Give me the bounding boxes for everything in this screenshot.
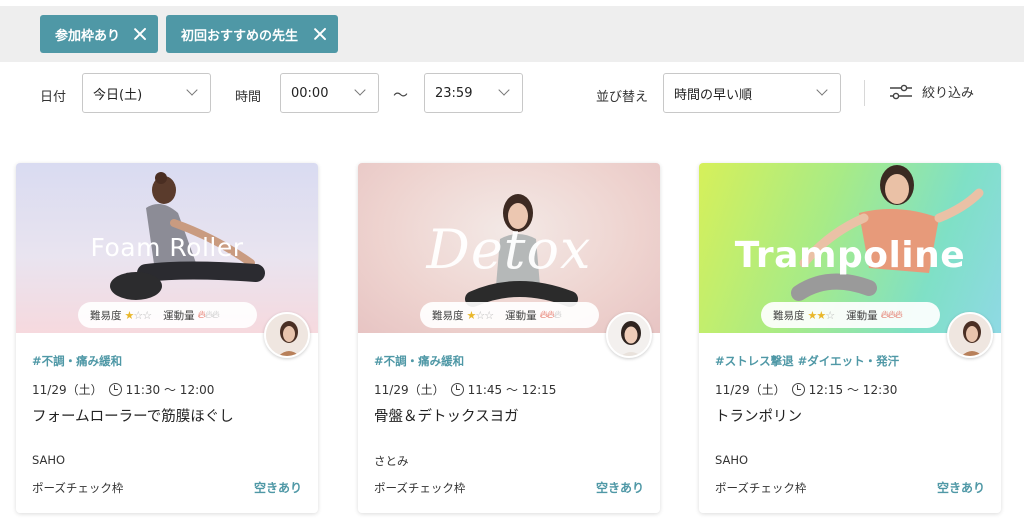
time-from-value: 00:00 <box>291 85 329 101</box>
lesson-date: 11/29（土） <box>32 382 103 397</box>
sort-select-value: 時間の早い順 <box>674 87 753 103</box>
lesson-image-title: Trampoline <box>734 235 966 276</box>
date-select-value: 今日(土) <box>93 87 143 103</box>
slot-type: ポーズチェック枠 <box>32 481 124 495</box>
sort-label: 並び替え <box>596 90 649 105</box>
refine-label: 絞り込み <box>922 86 975 101</box>
lesson-date: 11/29（土） <box>715 382 786 397</box>
chevron-down-icon <box>186 84 198 96</box>
filter-row: 日付 今日(土) 時間 00:00 〜 23:59 並び替え 時間の早い順 絞り… <box>0 62 1024 124</box>
slot-type: ポーズチェック枠 <box>374 481 466 495</box>
lesson-tags: #不調・痛み緩和 <box>374 354 465 368</box>
availability-status: 空きあり <box>595 481 644 495</box>
chevron-down-icon <box>498 84 510 96</box>
difficulty-label: 難易度 <box>90 309 122 322</box>
teacher-name: さとみ <box>374 454 409 468</box>
date-select[interactable]: 今日(土) <box>82 73 211 113</box>
date-label: 日付 <box>40 90 67 105</box>
time-from-select[interactable]: 00:00 <box>280 73 379 113</box>
clock-icon <box>108 382 122 396</box>
lesson-card[interactable]: Foam Roller 難易度 ★☆☆ 運動量 🔥︎🔥︎🔥︎ #不調・痛み緩和 … <box>16 163 318 513</box>
chevron-down-icon <box>354 84 366 96</box>
filter-chip-label: 参加枠あり <box>55 28 121 44</box>
intensity-label: 運動量 <box>163 309 195 322</box>
flame-icons: 🔥︎🔥︎🔥︎ <box>880 308 903 321</box>
lesson-date: 11/29（土） <box>374 382 445 397</box>
rating-pill: 難易度 ★★☆ 運動量 🔥︎🔥︎🔥︎ <box>761 302 940 328</box>
teacher-avatar <box>264 312 310 358</box>
time-to-value: 23:59 <box>435 85 473 101</box>
chevron-down-icon <box>816 84 828 96</box>
lesson-card[interactable]: Detox 難易度 ★☆☆ 運動量 🔥︎🔥︎🔥︎ #不調・痛み緩和 11/29（… <box>358 163 660 513</box>
lesson-title: トランポリン <box>715 409 802 425</box>
filter-chip-label: 初回おすすめの先生 <box>181 28 299 44</box>
sliders-icon <box>890 84 912 99</box>
flame-icons: 🔥︎🔥︎🔥︎ <box>197 308 220 321</box>
availability-status: 空きあり <box>253 481 302 495</box>
filter-chip-available[interactable]: 参加枠あり <box>40 15 158 53</box>
teacher-avatar <box>606 312 652 358</box>
lesson-time: 12:15 〜 12:30 <box>808 382 898 397</box>
time-range-separator: 〜 <box>393 86 409 104</box>
lesson-time: 11:45 〜 12:15 <box>467 382 557 397</box>
lesson-title: 骨盤＆デトックスヨガ <box>374 409 519 425</box>
close-icon[interactable] <box>133 27 147 41</box>
difficulty-label: 難易度 <box>432 309 464 322</box>
lesson-card[interactable]: Trampoline 難易度 ★★☆ 運動量 🔥︎🔥︎🔥︎ #ストレス撃退 #ダ… <box>699 163 1001 513</box>
teacher-name: SAHO <box>715 453 749 467</box>
lesson-tags: #不調・痛み緩和 <box>32 354 123 368</box>
time-to-select[interactable]: 23:59 <box>424 73 523 113</box>
lesson-title: フォームローラーで筋膜ほぐし <box>32 409 234 425</box>
close-icon[interactable] <box>313 27 327 41</box>
star-icons: ★☆☆ <box>124 308 153 322</box>
refine-button[interactable]: 絞り込み <box>889 82 974 101</box>
flame-icons: 🔥︎🔥︎🔥︎ <box>539 308 562 321</box>
intensity-label: 運動量 <box>505 309 537 322</box>
filter-chip-recommended-teacher[interactable]: 初回おすすめの先生 <box>166 15 338 53</box>
teacher-avatar <box>947 312 993 358</box>
lesson-image-title: Foam Roller <box>90 233 244 262</box>
intensity-label: 運動量 <box>846 309 878 322</box>
sort-select[interactable]: 時間の早い順 <box>663 73 841 113</box>
clock-icon <box>450 382 464 396</box>
clock-icon <box>791 382 805 396</box>
star-icons: ★★☆ <box>807 308 836 322</box>
divider <box>864 80 865 106</box>
availability-status: 空きあり <box>936 481 985 495</box>
active-filter-bar: 参加枠あり 初回おすすめの先生 <box>0 6 1024 62</box>
difficulty-label: 難易度 <box>773 309 805 322</box>
teacher-name: SAHO <box>32 453 66 467</box>
rating-pill: 難易度 ★☆☆ 運動量 🔥︎🔥︎🔥︎ <box>420 302 599 328</box>
rating-pill: 難易度 ★☆☆ 運動量 🔥︎🔥︎🔥︎ <box>78 302 257 328</box>
lesson-time: 11:30 〜 12:00 <box>125 382 215 397</box>
star-icons: ★☆☆ <box>466 308 495 322</box>
slot-type: ポーズチェック枠 <box>715 481 807 495</box>
lesson-tags: #ストレス撃退 #ダイエット・発汗 <box>715 354 900 368</box>
lesson-image-title: Detox <box>426 218 592 281</box>
time-label: 時間 <box>235 90 262 105</box>
